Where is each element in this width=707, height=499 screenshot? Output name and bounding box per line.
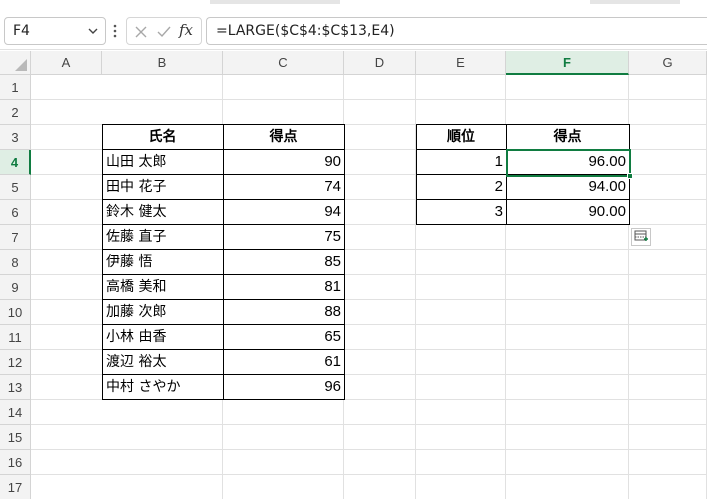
table2-score-cell[interactable]: 94.00 [506, 175, 629, 200]
table2-rank-cell[interactable]: 1 [416, 150, 506, 175]
table1-score-cell[interactable]: 65 [223, 325, 344, 350]
column-header-d[interactable]: D [344, 51, 416, 75]
table1-name-cell[interactable]: 加藤 次郎 [102, 300, 223, 325]
table-border [416, 199, 630, 200]
table-border [416, 124, 630, 125]
table1-name-cell[interactable]: 渡辺 裕太 [102, 350, 223, 375]
table1-name-cell[interactable]: 鈴木 健太 [102, 200, 223, 225]
close-icon[interactable] [132, 23, 150, 41]
row-header-16[interactable]: 16 [0, 450, 31, 475]
row-header-10[interactable]: 10 [0, 300, 31, 325]
table1-score-cell[interactable]: 81 [223, 275, 344, 300]
ribbon-fragment [590, 0, 680, 4]
table2-rank-cell[interactable]: 3 [416, 200, 506, 225]
row-header-13[interactable]: 13 [0, 375, 31, 400]
chevron-down-icon[interactable] [87, 23, 99, 39]
more-options-icon[interactable] [112, 23, 118, 39]
quick-analysis-icon [634, 230, 648, 241]
table1-name-cell[interactable]: 山田 太郎 [102, 150, 223, 175]
formula-buttons: fx [126, 17, 202, 45]
table1-score-cell[interactable]: 61 [223, 350, 344, 375]
table1-score-cell[interactable]: 88 [223, 300, 344, 325]
select-all-icon [15, 59, 27, 71]
column-header-f[interactable]: F [506, 51, 629, 75]
formula-bar: F4 fx =LARGE($C$4:$C$13,E4) [0, 10, 707, 50]
gridline [31, 424, 707, 425]
table-border [223, 124, 224, 400]
table-border [102, 124, 103, 400]
table1-name-cell[interactable]: 伊藤 悟 [102, 250, 223, 275]
row-header-7[interactable]: 7 [0, 225, 31, 250]
ribbon-fragment [210, 0, 340, 4]
column-header-a[interactable]: A [31, 51, 102, 75]
ribbon-edge [0, 0, 707, 10]
quick-analysis-button[interactable] [631, 228, 651, 246]
fill-handle[interactable] [627, 173, 633, 179]
table1-name-cell[interactable]: 中村 さやか [102, 375, 223, 400]
row-header-12[interactable]: 12 [0, 350, 31, 375]
table2-rank-cell[interactable]: 2 [416, 175, 506, 200]
table-border [416, 124, 417, 225]
table-border [344, 124, 345, 400]
row-header-9[interactable]: 9 [0, 275, 31, 300]
table1-name-cell[interactable]: 小林 由香 [102, 325, 223, 350]
gridline [31, 99, 707, 100]
gridline [31, 449, 707, 450]
row-header-14[interactable]: 14 [0, 400, 31, 425]
table2-header[interactable]: 順位 [416, 125, 506, 150]
row-header-3[interactable]: 3 [0, 125, 31, 150]
fx-icon[interactable]: fx [179, 21, 197, 39]
row-header-2[interactable]: 2 [0, 100, 31, 125]
row-header-1[interactable]: 1 [0, 75, 31, 100]
select-all-corner[interactable] [0, 51, 31, 75]
column-header-b[interactable]: B [102, 51, 223, 75]
row-header-4[interactable]: 4 [0, 150, 31, 175]
name-box-value: F4 [13, 23, 30, 39]
table1-score-cell[interactable]: 85 [223, 250, 344, 275]
table1-score-cell[interactable]: 96 [223, 375, 344, 400]
table1-name-cell[interactable]: 田中 花子 [102, 175, 223, 200]
table1-header[interactable]: 得点 [223, 125, 344, 150]
row-header-8[interactable]: 8 [0, 250, 31, 275]
gridline [31, 474, 707, 475]
table1-score-cell[interactable]: 94 [223, 200, 344, 225]
formula-text: =LARGE($C$4:$C$13,E4) [216, 23, 395, 39]
table2-header[interactable]: 得点 [506, 125, 629, 150]
row-header-17[interactable]: 17 [0, 475, 31, 499]
table1-score-cell[interactable]: 75 [223, 225, 344, 250]
column-header-c[interactable]: C [223, 51, 344, 75]
table1-name-cell[interactable]: 高橋 美和 [102, 275, 223, 300]
formula-input[interactable]: =LARGE($C$4:$C$13,E4) [206, 17, 707, 45]
column-header-e[interactable]: E [416, 51, 506, 75]
name-box[interactable]: F4 [4, 17, 106, 45]
row-header-6[interactable]: 6 [0, 200, 31, 225]
table2-score-cell[interactable]: 90.00 [506, 200, 629, 225]
row-header-11[interactable]: 11 [0, 325, 31, 350]
table1-score-cell[interactable]: 74 [223, 175, 344, 200]
table1-score-cell[interactable]: 90 [223, 150, 344, 175]
column-header-g[interactable]: G [629, 51, 707, 75]
table-border [416, 224, 630, 225]
table1-header[interactable]: 氏名 [102, 125, 223, 150]
active-cell-border [506, 149, 633, 179]
check-icon[interactable] [155, 23, 173, 41]
table1-name-cell[interactable]: 佐藤 直子 [102, 225, 223, 250]
row-header-5[interactable]: 5 [0, 175, 31, 200]
row-header-15[interactable]: 15 [0, 425, 31, 450]
